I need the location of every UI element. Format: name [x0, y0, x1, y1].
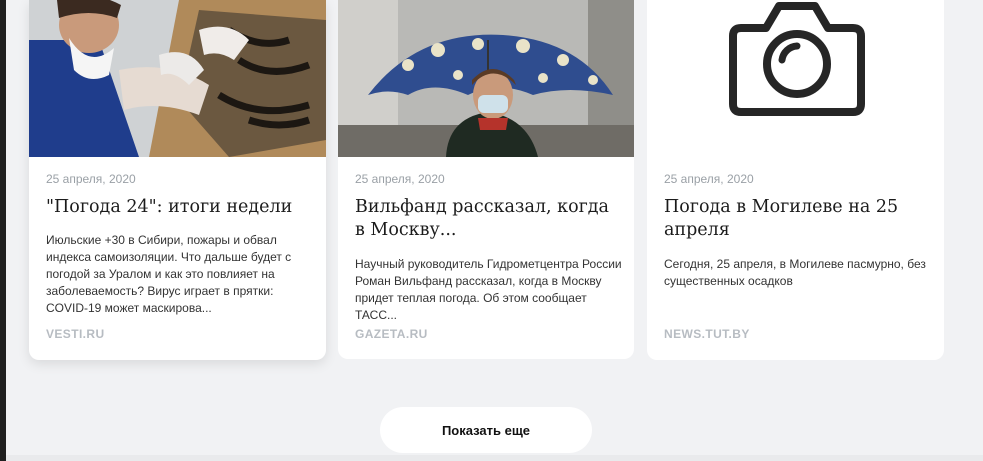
card-title[interactable]: Погода в Могилеве на 25 апреля [664, 196, 929, 242]
card-excerpt: Сегодня, 25 апреля, в Могилеве пасмурно,… [664, 257, 926, 288]
card-date: 25 апреля, 2020 [46, 172, 136, 186]
camera-icon [729, 2, 865, 116]
news-card[interactable]: 25 апреля, 2020 "Погода 24": итоги недел… [29, 0, 326, 360]
news-photo-tiger-vet[interactable] [29, 0, 326, 157]
card-source[interactable]: NEWS.TUT.BY [664, 327, 750, 341]
card-source[interactable]: VESTI.RU [46, 327, 105, 341]
card-excerpt: Июльские +30 в Сибири, пожары и обвал ин… [46, 233, 292, 315]
bottom-strip [6, 455, 983, 461]
show-more-button[interactable]: Показать еще [380, 407, 592, 453]
card-date: 25 апреля, 2020 [664, 172, 754, 186]
card-title[interactable]: "Погода 24": итоги недели [46, 196, 311, 219]
news-card[interactable]: 25 апреля, 2020 Погода в Могилеве на 25 … [647, 0, 944, 360]
card-source[interactable]: GAZETA.RU [355, 327, 428, 341]
news-card[interactable]: 25 апреля, 2020 Вильфанд рассказал, когд… [338, 0, 634, 359]
news-photo-umbrella[interactable] [338, 0, 634, 157]
news-feed: 25 апреля, 2020 "Погода 24": итоги недел… [6, 0, 983, 461]
card-date: 25 апреля, 2020 [355, 172, 445, 186]
card-excerpt: Научный руководитель Гидрометцентра Росс… [355, 257, 622, 322]
card-title[interactable]: Вильфанд рассказал, когда в Москву... [355, 196, 620, 242]
news-photo-placeholder[interactable] [647, 0, 944, 157]
